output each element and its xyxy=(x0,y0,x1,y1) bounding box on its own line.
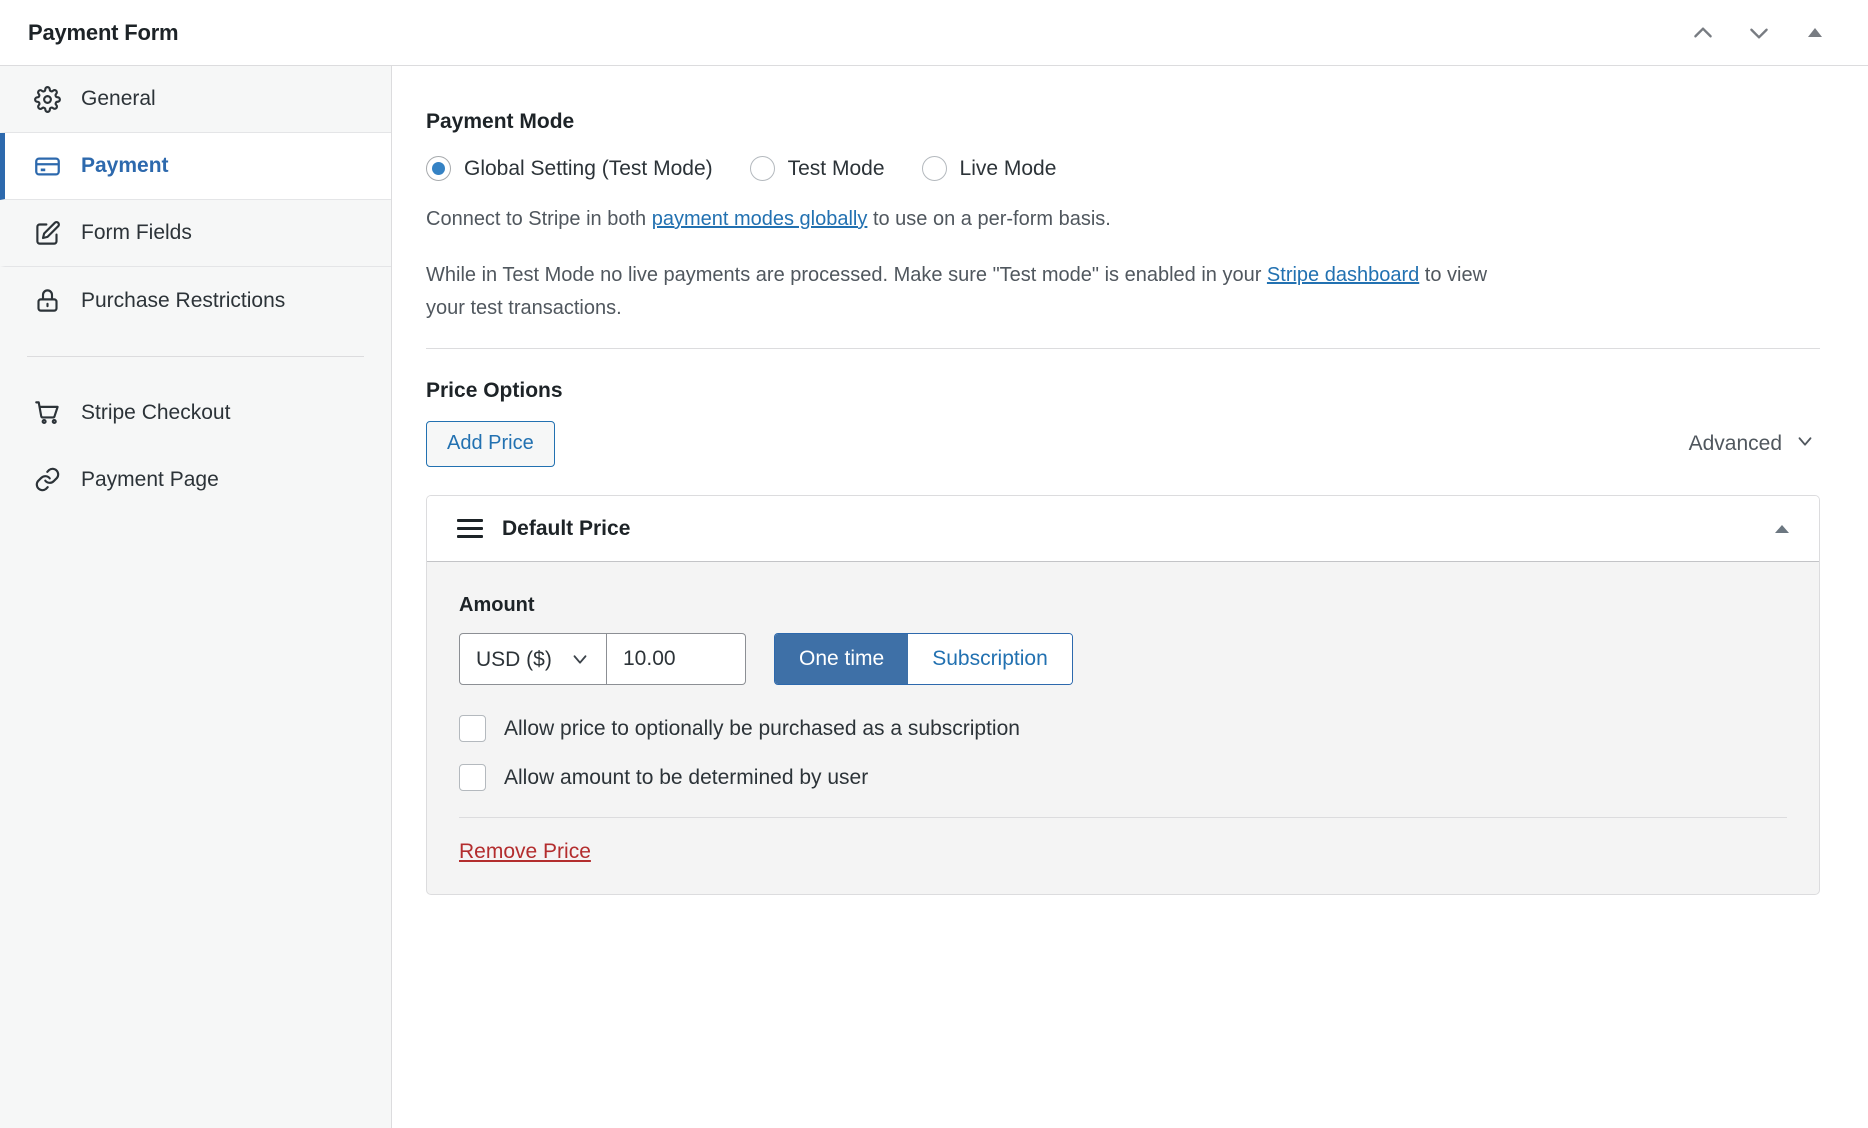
radio-indicator xyxy=(922,156,947,181)
titlebar-actions xyxy=(1688,18,1840,48)
checkbox-allow-user-amount[interactable]: Allow amount to be determined by user xyxy=(459,764,1787,791)
section-divider xyxy=(426,348,1820,349)
sidebar-divider xyxy=(27,356,364,357)
lock-icon xyxy=(32,286,62,316)
triangle-up-icon[interactable] xyxy=(1767,514,1797,544)
radio-label: Test Mode xyxy=(788,157,885,181)
payment-modes-globally-link[interactable]: payment modes globally xyxy=(652,208,868,230)
sidebar-item-label: Stripe Checkout xyxy=(81,401,230,425)
radio-global-setting[interactable]: Global Setting (Test Mode) xyxy=(426,156,713,181)
chevron-down-icon xyxy=(1794,430,1816,458)
one-time-button[interactable]: One time xyxy=(775,634,908,684)
checkbox-indicator xyxy=(459,764,486,791)
radio-indicator xyxy=(750,156,775,181)
sidebar-item-form-fields[interactable]: Form Fields xyxy=(0,200,391,267)
price-panel-header[interactable]: Default Price xyxy=(427,496,1819,562)
window-body: General Payment Form Fields Purchase Res… xyxy=(0,66,1868,1128)
radio-live-mode[interactable]: Live Mode xyxy=(922,156,1057,181)
pencil-square-icon xyxy=(32,218,62,248)
checkbox-allow-subscription[interactable]: Allow price to optionally be purchased a… xyxy=(459,715,1787,742)
payment-mode-heading: Payment Mode xyxy=(426,110,1820,134)
payment-mode-description-2: While in Test Mode no live payments are … xyxy=(426,259,1531,324)
currency-select[interactable]: USD ($) xyxy=(459,633,607,685)
radio-label: Global Setting (Test Mode) xyxy=(464,157,713,181)
checkbox-label: Allow price to optionally be purchased a… xyxy=(504,717,1020,741)
add-price-button[interactable]: Add Price xyxy=(426,421,555,467)
cart-icon xyxy=(32,398,62,428)
desc2-before: While in Test Mode no live payments are … xyxy=(426,264,1267,286)
drag-handle-icon[interactable] xyxy=(457,516,483,542)
price-panel-title: Default Price xyxy=(502,517,630,541)
sidebar-item-purchase-restrictions[interactable]: Purchase Restrictions xyxy=(0,267,391,334)
amount-row: USD ($) One time Subscription xyxy=(459,633,1787,685)
sidebar-item-label: General xyxy=(81,87,156,111)
price-panel-body: Amount USD ($) xyxy=(427,562,1819,894)
sidebar-item-stripe-checkout[interactable]: Stripe Checkout xyxy=(0,379,391,446)
radio-test-mode[interactable]: Test Mode xyxy=(750,156,885,181)
desc1-after: to use on a per-form basis. xyxy=(867,208,1110,230)
checkbox-label: Allow amount to be determined by user xyxy=(504,766,868,790)
payment-mode-radio-group: Global Setting (Test Mode) Test Mode Liv… xyxy=(426,156,1820,181)
sidebar-item-payment[interactable]: Payment xyxy=(0,133,391,200)
page-title: Payment Form xyxy=(28,20,178,46)
advanced-label: Advanced xyxy=(1689,432,1782,456)
sidebar-item-label: Form Fields xyxy=(81,221,192,245)
radio-label: Live Mode xyxy=(960,157,1057,181)
radio-indicator xyxy=(426,156,451,181)
billing-type-toggle: One time Subscription xyxy=(774,633,1073,685)
amount-label: Amount xyxy=(459,594,1787,617)
sidebar-item-label: Purchase Restrictions xyxy=(81,289,285,313)
price-options-heading: Price Options xyxy=(426,379,1820,403)
price-panel-default: Default Price Amount USD ($) xyxy=(426,495,1820,895)
sidebar-item-label: Payment xyxy=(81,154,169,178)
desc1-before: Connect to Stripe in both xyxy=(426,208,652,230)
currency-select-wrap: USD ($) xyxy=(459,633,607,685)
sidebar-item-general[interactable]: General xyxy=(0,66,391,133)
gear-icon xyxy=(32,84,62,114)
subscription-button[interactable]: Subscription xyxy=(908,634,1072,684)
advanced-toggle[interactable]: Advanced xyxy=(1689,430,1820,458)
sidebar-item-label: Payment Page xyxy=(81,468,219,492)
payment-settings-panel: Payment Mode Global Setting (Test Mode) … xyxy=(392,66,1868,1128)
sidebar-item-payment-page[interactable]: Payment Page xyxy=(0,446,391,513)
remove-price-link[interactable]: Remove Price xyxy=(459,840,591,863)
amount-input[interactable] xyxy=(607,633,746,685)
credit-card-icon xyxy=(32,151,62,181)
link-icon xyxy=(32,465,62,495)
payment-mode-description-1: Connect to Stripe in both payment modes … xyxy=(426,203,1531,235)
window-titlebar: Payment Form xyxy=(0,0,1868,66)
amount-input-group: USD ($) xyxy=(459,633,746,685)
stripe-dashboard-link[interactable]: Stripe dashboard xyxy=(1267,264,1419,286)
price-options-toolbar: Add Price Advanced xyxy=(426,421,1820,467)
settings-sidebar: General Payment Form Fields Purchase Res… xyxy=(0,66,392,1128)
payment-form-window: Payment Form General xyxy=(0,0,1868,1128)
checkbox-indicator xyxy=(459,715,486,742)
collapse-panel-icon[interactable] xyxy=(1800,18,1830,48)
move-up-icon[interactable] xyxy=(1688,18,1718,48)
price-panel-divider xyxy=(459,817,1787,818)
move-down-icon[interactable] xyxy=(1744,18,1774,48)
